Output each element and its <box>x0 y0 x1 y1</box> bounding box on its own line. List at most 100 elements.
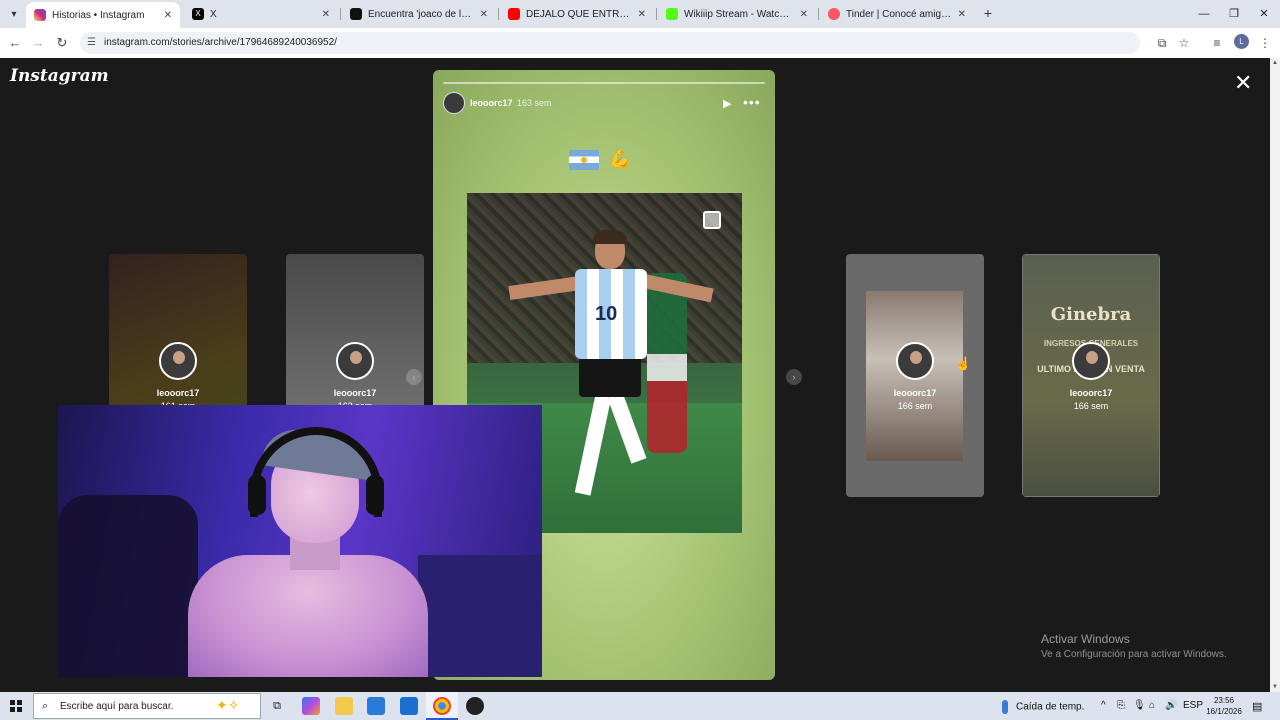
address-bar-row: ← → ↻ ☰ instagram.com/stories/archive/17… <box>0 28 1280 58</box>
bed <box>418 555 542 677</box>
language-indicator[interactable]: ESP <box>1183 700 1203 711</box>
tab-search-button[interactable]: ▾ <box>4 4 24 24</box>
story-username: leooorc17 <box>893 388 937 398</box>
clock-time: 23:56 <box>1213 696 1235 705</box>
browser-chrome: ▾ Historias • Instagram ✕ X X ✕ Encuentr… <box>0 0 1280 58</box>
tab-title: X <box>210 8 217 20</box>
player-leg <box>607 392 647 464</box>
ethernet-icon[interactable]: ⌂ <box>1149 700 1155 711</box>
tab-instagram[interactable]: Historias • Instagram ✕ <box>26 2 180 28</box>
tab-title: Tinder | Conocé amigos y gente <box>846 8 952 20</box>
close-tab-icon[interactable]: ✕ <box>322 9 330 20</box>
gaming-chair <box>58 495 198 677</box>
close-stories-icon[interactable]: ✕ <box>1234 70 1252 96</box>
volume-icon[interactable]: 🔊 <box>1165 700 1177 711</box>
scroll-down-icon[interactable]: ▼ <box>1272 684 1278 690</box>
minimize-button[interactable]: — <box>1189 4 1219 24</box>
tab-youtube[interactable]: DÉJALO QUE ENTRE - Elian G (A ✕ <box>500 2 654 26</box>
close-tab-icon[interactable]: ✕ <box>800 9 808 20</box>
tiktok-favicon-icon <box>350 8 362 20</box>
tab-x[interactable]: X X ✕ <box>184 2 338 26</box>
watermark-subtitle: Ve a Configuración para activar Windows. <box>1041 649 1227 660</box>
clock[interactable]: 23:56 16/1/2026 <box>1204 695 1244 717</box>
story-time: 163 sem <box>517 98 552 108</box>
url-bar[interactable]: ☰ instagram.com/stories/archive/17964689… <box>80 32 1140 54</box>
story-username: leooorc17 <box>333 388 377 398</box>
avatar <box>896 342 934 380</box>
microsoft-store-icon[interactable] <box>367 697 385 715</box>
reload-icon[interactable]: ↻ <box>53 34 71 52</box>
file-explorer-icon[interactable] <box>335 697 353 715</box>
copilot-sparkle-icon: ✦✧ <box>216 697 240 713</box>
multi-photo-icon <box>703 211 721 229</box>
play-icon[interactable]: ▶ <box>723 97 731 110</box>
taskbar: ⌕ Escribe aquí para buscar. ✦✧ ⧉ Caída d… <box>0 692 1280 720</box>
mail-icon[interactable] <box>400 697 418 715</box>
hand-cursor-icon: ☝ <box>955 356 972 371</box>
obs-icon[interactable] <box>466 697 484 715</box>
back-icon[interactable]: ← <box>6 34 24 52</box>
forward-icon[interactable]: → <box>29 34 47 52</box>
microphone-icon[interactable]: 🎙 <box>1133 700 1146 711</box>
story-progress-bar <box>443 82 765 84</box>
tray-chevron-icon[interactable]: ^ <box>1101 700 1106 711</box>
tab-separator <box>340 8 341 20</box>
story-username: leooorc17 <box>1069 388 1113 398</box>
previous-story-arrow-icon[interactable]: ‹ <box>406 369 422 385</box>
close-tab-icon[interactable]: ✕ <box>480 9 488 20</box>
tab-separator <box>818 8 819 20</box>
bookmark-star-icon[interactable]: ☆ <box>1175 34 1193 52</box>
notification-icon[interactable]: ▤ <box>1252 700 1262 713</box>
tab-title: DÉJALO QUE ENTRE - Elian G (A <box>526 8 632 20</box>
player-leg <box>574 394 612 496</box>
player-shorts <box>579 357 641 397</box>
page-scrollbar[interactable]: ▲ ▼ <box>1270 58 1280 692</box>
close-tab-icon[interactable]: ✕ <box>958 9 966 20</box>
close-window-button[interactable]: ✕ <box>1249 4 1279 24</box>
story-username: leooorc17 <box>156 388 200 398</box>
url-text[interactable]: instagram.com/stories/archive/1796468924… <box>104 37 337 48</box>
taskbar-search-input[interactable]: ⌕ Escribe aquí para buscar. ✦✧ <box>33 693 261 719</box>
close-tab-icon[interactable]: ✕ <box>164 10 172 21</box>
network-icon[interactable]: ⎘ <box>1117 700 1125 711</box>
tinder-favicon-icon <box>828 8 840 20</box>
task-view-icon[interactable]: ⧉ <box>268 697 286 715</box>
search-icon: ⌕ <box>42 700 49 712</box>
media-controls-icon[interactable]: ≡ <box>1208 34 1226 52</box>
more-options-icon[interactable]: ••• <box>743 94 761 110</box>
avatar <box>1072 342 1110 380</box>
install-app-icon[interactable]: ⧉ <box>1153 34 1171 52</box>
tab-tiktok[interactable]: Encuentra 'joaco de la rosa tem ✕ <box>342 2 496 26</box>
site-info-icon[interactable]: ☰ <box>87 37 96 48</box>
next-story-arrow-icon[interactable]: › <box>786 369 802 385</box>
new-tab-button[interactable]: + <box>980 5 996 21</box>
story-username[interactable]: leooorc17 <box>470 98 513 108</box>
copilot-icon[interactable] <box>302 697 320 715</box>
tab-tinder[interactable]: Tinder | Conocé amigos y gente ✕ <box>820 2 974 26</box>
streamer-body <box>188 555 428 677</box>
close-tab-icon[interactable]: ✕ <box>638 9 646 20</box>
avatar <box>159 342 197 380</box>
chrome-icon[interactable] <box>433 697 451 715</box>
player-figure: 10 <box>508 230 714 523</box>
tab-title: Wikiiip Stream - Watch Live on <box>684 8 794 20</box>
profile-avatar[interactable]: L <box>1234 34 1249 49</box>
scroll-up-icon[interactable]: ▲ <box>1272 60 1278 66</box>
windows-start-icon[interactable] <box>10 700 22 712</box>
story-preview-card[interactable]: Ginebra INGRESOS GENERALES ULTIMO LOTE E… <box>1022 254 1160 497</box>
weather-widget[interactable]: Caída de temp. <box>1002 700 1084 714</box>
avatar[interactable] <box>443 92 465 114</box>
tab-kick[interactable]: Wikiiip Stream - Watch Live on ✕ <box>658 2 816 26</box>
thermometer-icon <box>1002 700 1008 714</box>
menu-kebab-icon[interactable]: ⋮ <box>1256 34 1274 52</box>
avatar <box>336 342 374 380</box>
kick-favicon-icon <box>666 8 678 20</box>
weather-text: Caída de temp. <box>1016 701 1085 713</box>
story-preview-card[interactable]: leooorc17 166 sem <box>846 254 984 497</box>
instagram-logo[interactable]: Instagram <box>10 66 109 86</box>
clock-date: 16/1/2026 <box>1206 707 1242 716</box>
restore-button[interactable]: ❐ <box>1219 4 1249 24</box>
story-stickers: 💪 <box>569 148 631 171</box>
webcam-overlay <box>58 405 542 677</box>
poster-title: Ginebra <box>1050 304 1132 325</box>
